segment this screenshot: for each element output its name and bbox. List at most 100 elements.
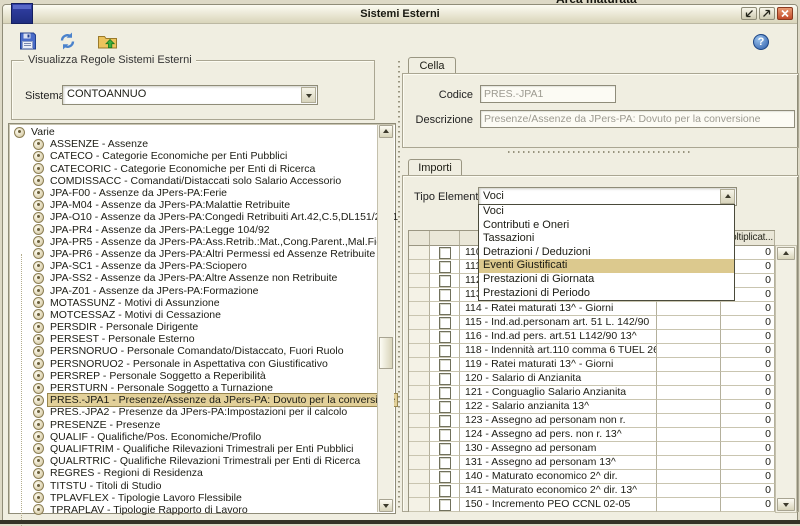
checkbox-cell[interactable] xyxy=(430,302,460,316)
dropdown-item[interactable]: Eventi Giustificati xyxy=(479,259,734,273)
tree-node-expander-icon[interactable] xyxy=(33,419,44,430)
tree-node-expander-icon[interactable] xyxy=(33,285,44,296)
maximize-button[interactable] xyxy=(759,7,775,20)
row-checkbox[interactable] xyxy=(439,317,451,329)
tree-node-expander-icon[interactable] xyxy=(33,468,44,479)
scroll-up-button[interactable] xyxy=(777,247,795,260)
titlebar[interactable]: Sistemi Esterni xyxy=(3,5,797,24)
checkbox-cell[interactable] xyxy=(430,260,460,274)
tree-item[interactable]: MOTASSUNZ - Motivi di Assunzione xyxy=(11,297,379,309)
scroll-up-button[interactable] xyxy=(379,125,393,138)
tree-item[interactable]: QUALRTRIC - Qualifiche Rilevazioni Trime… xyxy=(11,455,379,467)
table-row[interactable]: 123 - Assegno ad personam non r. 0 xyxy=(409,414,775,428)
tree-node-expander-icon[interactable] xyxy=(33,248,44,259)
row-checkbox[interactable] xyxy=(439,373,451,385)
row-checkbox[interactable] xyxy=(439,429,451,441)
descrizione-field[interactable]: Presenze/Assenze da JPers-PA: Dovuto per… xyxy=(480,110,795,128)
tree-node-expander-icon[interactable] xyxy=(33,175,44,186)
table-row[interactable]: 150 - Incremento PEO CCNL 02-05 0 xyxy=(409,498,775,512)
tree-item[interactable]: QUALIFTRIM - Qualifiche Rilevazioni Trim… xyxy=(11,443,379,455)
tree-node-expander-icon[interactable] xyxy=(33,407,44,418)
tree-item[interactable]: PRES.-JPA1 - Presenze/Assenze da JPers-P… xyxy=(11,394,379,406)
row-checkbox[interactable] xyxy=(439,471,451,483)
checkbox-cell[interactable] xyxy=(430,274,460,288)
checkbox-cell[interactable] xyxy=(430,358,460,372)
tree-item[interactable]: QUALIF - Qualifiche/Pos. Economiche/Prof… xyxy=(11,431,379,443)
checkbox-cell[interactable] xyxy=(430,470,460,484)
vertical-splitter[interactable] xyxy=(398,61,400,509)
save-button[interactable] xyxy=(17,31,39,51)
table-row[interactable]: 141 - Maturato economico 2^ dir. 13^ 0 xyxy=(409,484,775,498)
sistema-combobox[interactable]: CONTOANNUO xyxy=(62,85,318,105)
table-row[interactable]: 131 - Assegno ad personam 13^ 0 xyxy=(409,456,775,470)
checkbox-cell[interactable] xyxy=(430,414,460,428)
systems-tree[interactable]: Varie ASSENZE - Assenze CATECO - Categor… xyxy=(8,123,396,514)
row-checkbox[interactable] xyxy=(439,289,451,301)
checkbox-cell[interactable] xyxy=(430,484,460,498)
tree-item[interactable]: PERSEST - Personale Esterno xyxy=(11,333,379,345)
tree-item[interactable]: PERSDIR - Personale Dirigente xyxy=(11,321,379,333)
dropdown-item[interactable]: Voci xyxy=(479,205,734,219)
exit-button[interactable] xyxy=(97,31,119,51)
tree-node-expander-icon[interactable] xyxy=(33,395,44,406)
tree-root-varie[interactable]: Varie xyxy=(11,126,379,138)
table-row[interactable]: 120 - Salario di Anzianita 0 xyxy=(409,372,775,386)
table-row[interactable]: 140 - Maturato economico 2^ dir. 0 xyxy=(409,470,775,484)
table-row[interactable]: 124 - Assegno ad pers. non r. 13^ 0 xyxy=(409,428,775,442)
table-scrollbar[interactable] xyxy=(775,245,797,513)
dropdown-item[interactable]: Contributi e Oneri xyxy=(479,219,734,233)
checkbox-cell[interactable] xyxy=(430,372,460,386)
tree-item[interactable]: JPA-M04 - Assenze da JPers-PA:Malattie R… xyxy=(11,199,379,211)
tree-node-expander-icon[interactable] xyxy=(33,334,44,345)
tree-node-expander-icon[interactable] xyxy=(33,139,44,150)
tree-item[interactable]: JPA-PR6 - Assenze da JPers-PA:Altri Perm… xyxy=(11,248,379,260)
tree-node-expander-icon[interactable] xyxy=(33,370,44,381)
row-checkbox[interactable] xyxy=(439,415,451,427)
tree-node-expander-icon[interactable] xyxy=(33,200,44,211)
checkbox-cell[interactable] xyxy=(430,456,460,470)
row-checkbox[interactable] xyxy=(439,303,451,315)
tree-node-expander-icon[interactable] xyxy=(33,273,44,284)
tab-importi[interactable]: Importi xyxy=(408,159,462,176)
tree-node-expander-icon[interactable] xyxy=(33,480,44,491)
refresh-button[interactable] xyxy=(57,31,79,51)
checkbox-cell[interactable] xyxy=(430,442,460,456)
row-checkbox[interactable] xyxy=(439,275,451,287)
tree-node-expander-icon[interactable] xyxy=(33,431,44,442)
tree-item[interactable]: TPLAVFLEX - Tipologie Lavoro Flessibile xyxy=(11,492,379,504)
tree-node-expander-icon[interactable] xyxy=(33,443,44,454)
checkbox-cell[interactable] xyxy=(430,386,460,400)
tree-node-expander-icon[interactable] xyxy=(33,163,44,174)
tree-node-expander-icon[interactable] xyxy=(33,456,44,467)
table-row[interactable]: 122 - Salario anzianita 13^ 0 xyxy=(409,400,775,414)
dropdown-item[interactable]: Prestazioni di Giornata xyxy=(479,273,734,287)
help-button[interactable]: ? xyxy=(753,34,769,50)
tree-scrollbar[interactable] xyxy=(377,125,394,512)
checkbox-cell[interactable] xyxy=(430,428,460,442)
checkbox-cell[interactable] xyxy=(430,246,460,260)
tree-node-expander-icon[interactable] xyxy=(33,309,44,320)
tree-item[interactable]: ASSENZE - Assenze xyxy=(11,138,379,150)
tree-node-expander-icon[interactable] xyxy=(33,492,44,503)
row-checkbox[interactable] xyxy=(439,387,451,399)
tree-item[interactable]: JPA-SS2 - Assenze da JPers-PA:Altre Asse… xyxy=(11,272,379,284)
minimize-button[interactable] xyxy=(741,7,757,20)
tree-node-expander-icon[interactable] xyxy=(33,346,44,357)
tree-node-expander-icon[interactable] xyxy=(33,383,44,394)
table-row[interactable]: 115 - Ind.ad.personam art. 51 L. 142/90 … xyxy=(409,316,775,330)
tree-item[interactable]: PRESENZE - Presenze xyxy=(11,419,379,431)
tree-item[interactable]: JPA-F00 - Assenze da JPers-PA:Ferie xyxy=(11,187,379,199)
tree-node-expander-icon[interactable] xyxy=(33,212,44,223)
close-button[interactable] xyxy=(777,7,793,20)
row-checkbox[interactable] xyxy=(439,443,451,455)
tree-item[interactable]: REGRES - Regioni di Residenza xyxy=(11,467,379,479)
tree-item[interactable]: PERSNORUO - Personale Comandato/Distacca… xyxy=(11,345,379,357)
row-checkbox[interactable] xyxy=(439,331,451,343)
tree-item[interactable]: JPA-PR4 - Assenze da JPers-PA:Legge 104/… xyxy=(11,224,379,236)
row-checkbox[interactable] xyxy=(439,457,451,469)
tree-node-expander-icon[interactable] xyxy=(14,127,25,138)
checkbox-cell[interactable] xyxy=(430,288,460,302)
checkbox-cell[interactable] xyxy=(430,316,460,330)
tree-item[interactable]: PERSREP - Personale Soggetto a Reperibil… xyxy=(11,370,379,382)
tree-item[interactable]: PERSTURN - Personale Soggetto a Turnazio… xyxy=(11,382,379,394)
